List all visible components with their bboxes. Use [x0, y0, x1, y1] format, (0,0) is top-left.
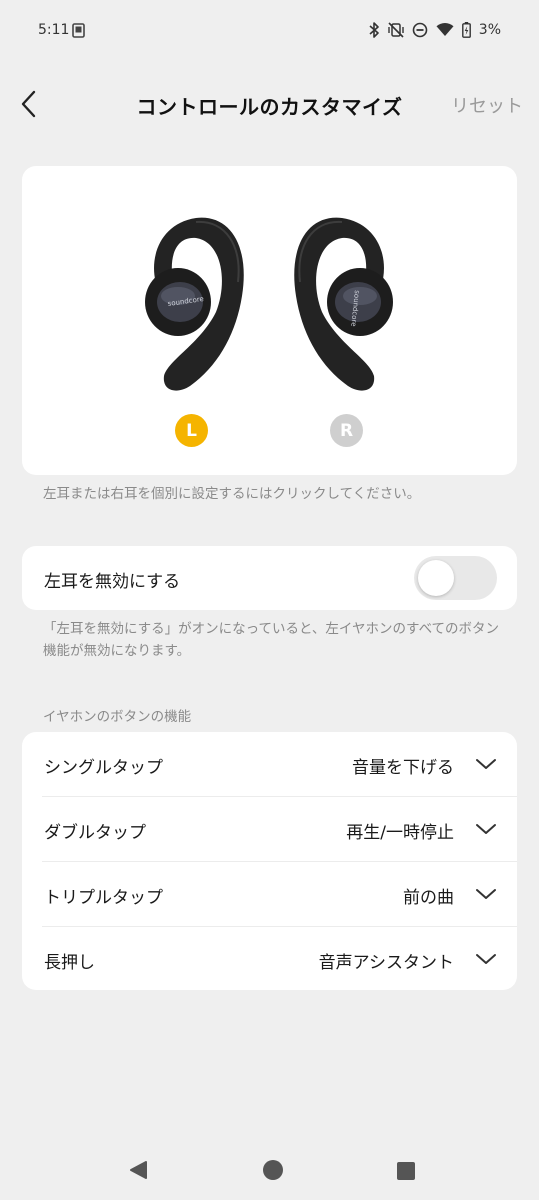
right-ear-badge[interactable]: R [330, 414, 363, 447]
vibrate-off-icon [388, 22, 404, 38]
reset-button[interactable]: リセット [451, 92, 523, 118]
button-functions-card: シングルタップ 音量を下げる ダブルタップ 再生/一時停止 トリプルタップ 前の… [22, 732, 517, 990]
right-earbud-image[interactable]: soundcore [294, 216, 400, 391]
function-value: 再生/一時停止 [346, 823, 454, 843]
navigation-bar [0, 1140, 539, 1200]
screenshot-icon [72, 23, 85, 38]
function-label: 長押し [44, 953, 95, 973]
left-earbud-image[interactable]: soundcore [138, 216, 244, 391]
battery-percent: 3% [478, 22, 501, 38]
select-ear-hint: 左耳または右耳を個別に設定するにはクリックしてください。 [43, 486, 421, 502]
function-row-long-press[interactable]: 長押し 音声アシスタント [22, 927, 517, 991]
do-not-disturb-icon [412, 22, 428, 38]
disable-ear-card: 左耳を無効にする [22, 546, 517, 610]
function-label: ダブルタップ [44, 823, 146, 843]
chevron-down-icon [476, 759, 496, 769]
bluetooth-icon [369, 22, 379, 38]
toggle-knob [418, 560, 454, 596]
function-row-triple-tap[interactable]: トリプルタップ 前の曲 [22, 862, 517, 926]
status-icons: 3% [368, 22, 501, 38]
function-label: シングルタップ [44, 758, 163, 778]
battery-charging-icon [461, 22, 471, 38]
wifi-icon [436, 23, 454, 36]
function-value: 音声アシスタント [318, 953, 454, 973]
nav-recents-icon[interactable] [397, 1162, 415, 1180]
nav-home-icon[interactable] [263, 1160, 283, 1180]
chevron-down-icon [476, 824, 496, 834]
functions-section-title: イヤホンのボタンの機能 [43, 709, 192, 725]
disable-ear-label: 左耳を無効にする [44, 572, 181, 592]
disable-ear-toggle[interactable] [414, 556, 497, 600]
function-value: 前の曲 [403, 888, 454, 908]
disable-ear-hint: 「左耳を無効にする」がオンになっていると、左イヤホンのすべてのボタン機能が無効に… [43, 621, 500, 659]
nav-back-icon[interactable] [128, 1160, 148, 1180]
function-value: 音量を下げる [352, 758, 454, 778]
chevron-down-icon [476, 889, 496, 899]
earbuds-card: soundcore soundcore L R [22, 166, 517, 475]
chevron-down-icon [476, 954, 496, 964]
left-ear-badge[interactable]: L [175, 414, 208, 447]
function-label: トリプルタップ [44, 888, 163, 908]
status-bar: 5:11 3% [0, 0, 539, 62]
function-row-double-tap[interactable]: ダブルタップ 再生/一時停止 [22, 797, 517, 861]
function-row-single-tap[interactable]: シングルタップ 音量を下げる [22, 732, 517, 796]
app-header: コントロールのカスタマイズ リセット [0, 76, 539, 132]
status-time: 5:11 [38, 22, 70, 38]
